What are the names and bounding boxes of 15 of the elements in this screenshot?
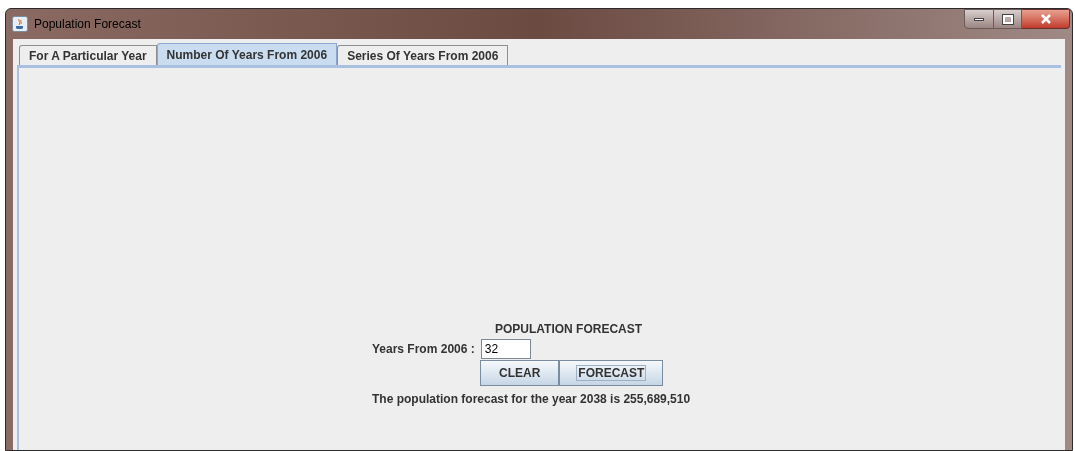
tab[interactable]: For A Particular Year: [19, 45, 157, 65]
java-cup-icon: [12, 16, 28, 32]
tab[interactable]: Series Of Years From 2006: [337, 45, 509, 65]
field-label: Years From 2006 :: [372, 341, 475, 358]
maximize-button[interactable]: [994, 9, 1022, 29]
window-title: Population Forecast: [34, 16, 141, 33]
action-button[interactable]: CLEAR: [480, 360, 560, 386]
action-button[interactable]: FORECAST: [559, 360, 664, 386]
tab[interactable]: Number Of Years From 2006: [156, 43, 338, 65]
years-field[interactable]: 32: [480, 339, 531, 359]
close-icon: [1039, 14, 1052, 24]
form-heading: POPULATION FORECAST: [495, 321, 644, 338]
result-text: The population forecast for the year 2038 is 255,689,510: [372, 391, 692, 408]
minimize-button[interactable]: [964, 9, 994, 29]
close-button[interactable]: [1022, 9, 1070, 29]
